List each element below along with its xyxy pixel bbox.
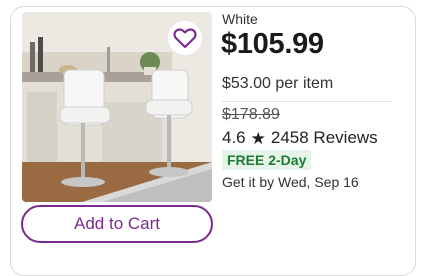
heart-icon xyxy=(173,28,197,49)
add-to-cart-button[interactable]: Add to Cart xyxy=(21,205,213,243)
was-price: $178.89 xyxy=(222,106,280,123)
rating-value: 4.6 xyxy=(222,128,246,147)
star-icon: ★ xyxy=(250,128,266,148)
shipping-badge: FREE 2-Day xyxy=(222,150,312,170)
price: $105.99 xyxy=(221,28,324,60)
color-label: White xyxy=(222,11,258,27)
delivery-date: Get it by Wed, Sep 16 xyxy=(222,174,359,190)
divider xyxy=(222,101,392,102)
review-count: 2458 Reviews xyxy=(270,128,378,147)
favorite-button[interactable] xyxy=(168,21,202,55)
rating-row[interactable]: 4.6 ★ 2458 Reviews xyxy=(222,128,378,148)
unit-price: $53.00 per item xyxy=(222,75,334,92)
